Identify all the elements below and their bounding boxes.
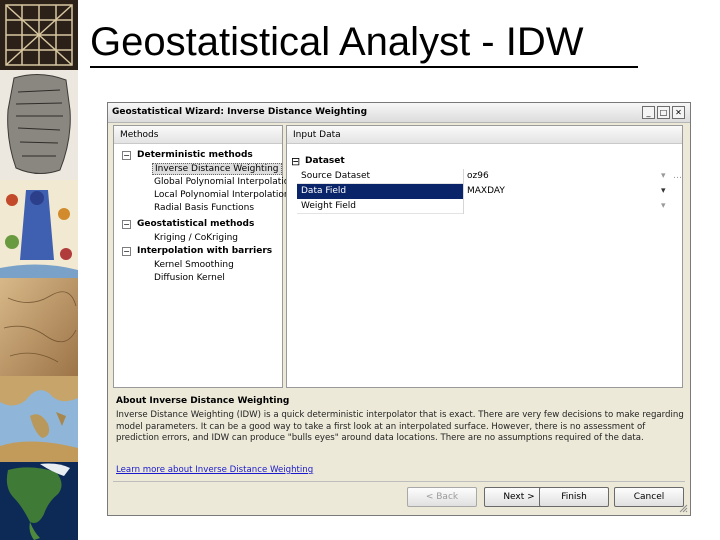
property-name: Source Dataset (301, 171, 371, 181)
cancel-button[interactable]: Cancel (614, 487, 684, 507)
tree-group-deterministic[interactable]: Deterministic methods (137, 150, 253, 160)
property-row-data-field[interactable]: Data Field MAXDAY ▾ (297, 184, 682, 199)
maximize-button[interactable]: □ (657, 106, 670, 119)
finish-button[interactable]: Finish (539, 487, 609, 507)
slide-title: Geostatistical Analyst - IDW (90, 20, 584, 64)
collapse-icon[interactable]: ⊟ (291, 155, 300, 168)
parchment-map-thumbnail (0, 278, 78, 376)
tree-item-idw[interactable]: Inverse Distance Weighting (152, 163, 282, 175)
tree-item-kriging[interactable]: Kriging / CoKriging (154, 233, 238, 243)
input-data-pane: Input Data ⊟ Dataset Source Dataset oz96… (286, 125, 683, 388)
map-grid-thumbnail (0, 0, 78, 70)
tree-item-kernel-smoothing[interactable]: Kernel Smoothing (154, 260, 234, 270)
tree-item-global-polynomial[interactable]: Global Polynomial Interpolation (154, 177, 295, 187)
property-name: Weight Field (301, 201, 356, 211)
tree-item-diffusion-kernel[interactable]: Diffusion Kernel (154, 273, 225, 283)
property-row-weight-field[interactable]: Weight Field ▾ (297, 199, 682, 214)
window-title: Geostatistical Wizard: Inverse Distance … (112, 107, 368, 117)
illustrated-map-thumbnail (0, 180, 78, 278)
chevron-down-icon[interactable]: ▾ (661, 186, 666, 196)
collapse-icon[interactable]: − (122, 247, 131, 256)
minimize-button[interactable]: _ (642, 106, 655, 119)
browse-button[interactable]: … (673, 171, 682, 181)
data-field-value[interactable]: MAXDAY (467, 186, 505, 196)
input-data-header: Input Data (287, 126, 682, 144)
tree-item-label: Inverse Distance Weighting (152, 163, 282, 175)
close-button[interactable]: ✕ (672, 106, 685, 119)
dataset-section-title: Dataset (305, 156, 345, 166)
divider (113, 481, 685, 482)
chevron-down-icon[interactable]: ▾ (661, 171, 666, 181)
chevron-down-icon[interactable]: ▾ (661, 201, 666, 211)
north-america-globe-thumbnail (0, 462, 78, 540)
property-row-source-dataset[interactable]: Source Dataset oz96 ▾ … (297, 169, 682, 184)
image-strip (0, 0, 78, 540)
property-value-box (463, 199, 682, 214)
about-title: About Inverse Distance Weighting (116, 396, 290, 406)
about-description: Inverse Distance Weighting (IDW) is a qu… (116, 410, 684, 443)
methods-header: Methods (114, 126, 282, 144)
mediterranean-map-thumbnail (0, 376, 78, 462)
title-underline (90, 66, 638, 68)
collapse-icon[interactable]: − (122, 220, 131, 229)
collapse-icon[interactable]: − (122, 151, 131, 160)
resize-grip-icon[interactable] (678, 503, 688, 513)
tree-group-geostatistical[interactable]: Geostatistical methods (137, 219, 254, 229)
source-dataset-value[interactable]: oz96 (467, 171, 489, 181)
learn-more-link[interactable]: Learn more about Inverse Distance Weight… (116, 465, 313, 475)
tree-item-local-polynomial[interactable]: Local Polynomial Interpolation (154, 190, 290, 200)
clay-tablet-thumbnail (0, 70, 78, 180)
tree-group-barriers[interactable]: Interpolation with barriers (137, 246, 272, 256)
wizard-window: Geostatistical Wizard: Inverse Distance … (107, 102, 691, 516)
window-titlebar[interactable]: Geostatistical Wizard: Inverse Distance … (108, 103, 690, 123)
tree-item-radial-basis[interactable]: Radial Basis Functions (154, 203, 254, 213)
back-button[interactable]: < Back (407, 487, 477, 507)
property-value-box (463, 169, 682, 184)
property-name: Data Field (301, 186, 347, 196)
methods-pane: Methods − Deterministic methods Inverse … (113, 125, 295, 388)
